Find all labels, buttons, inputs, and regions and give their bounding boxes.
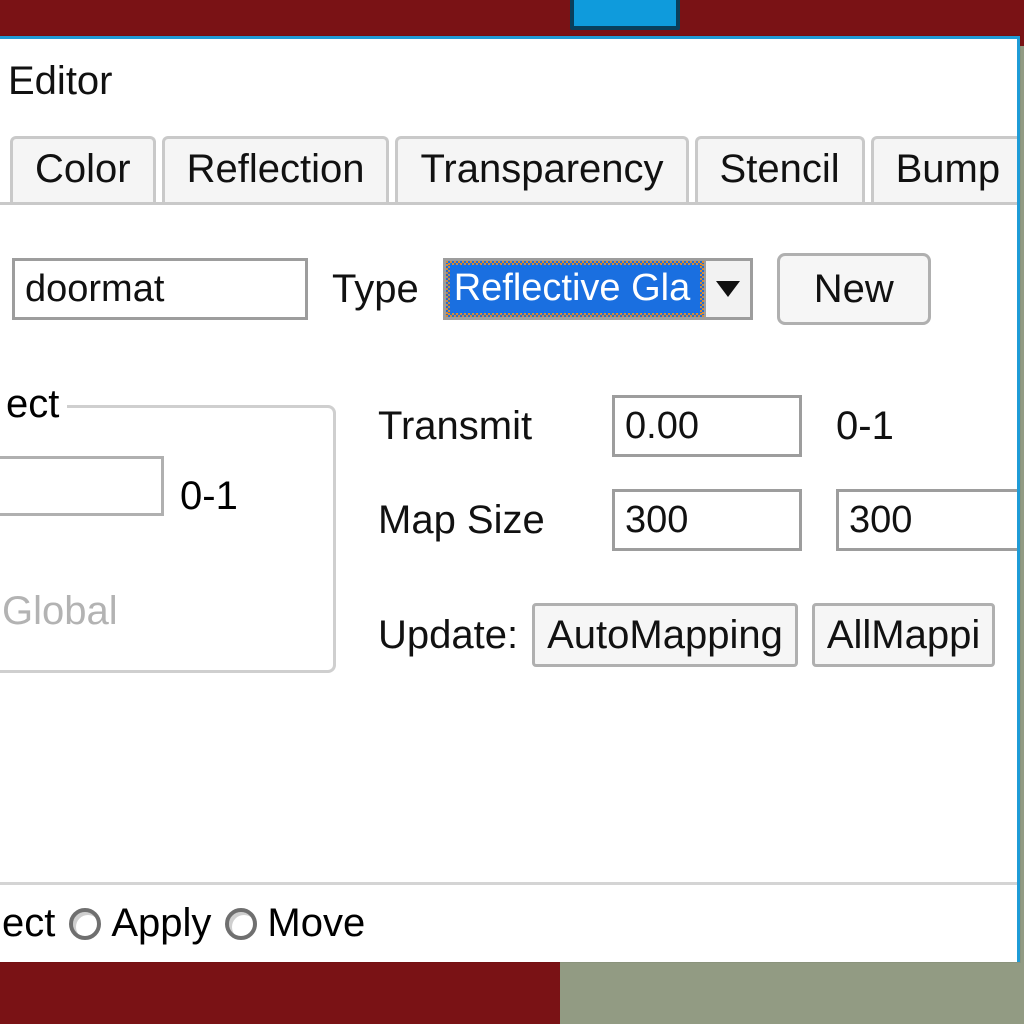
mapsize-label: Map Size: [378, 498, 588, 543]
update-label: Update:: [378, 613, 518, 658]
tab-reflection[interactable]: Reflection: [162, 136, 390, 202]
dialog-title: Editor: [0, 39, 1017, 132]
radio-icon: [69, 908, 101, 940]
tab-transparency[interactable]: Transparency: [395, 136, 688, 202]
tab-bump[interactable]: Bump: [871, 136, 1020, 202]
global-checkbox-label: Global: [2, 589, 118, 634]
reflect-groupbox: ect 0-1 Global: [0, 405, 336, 673]
mapsize-height-input[interactable]: [836, 489, 1020, 551]
reflect-amount-input[interactable]: [0, 456, 164, 516]
mode-apply-radio[interactable]: Apply: [69, 901, 211, 946]
transmit-label: Transmit: [378, 404, 588, 449]
chevron-down-icon[interactable]: [704, 261, 750, 317]
tab-stencil[interactable]: Stencil: [695, 136, 865, 202]
transmit-input[interactable]: [612, 395, 802, 457]
editor-dialog: Editor Color Reflection Transparency Ste…: [0, 36, 1020, 962]
reflect-range-label: 0-1: [180, 474, 238, 519]
tab-bar: Color Reflection Transparency Stencil Bu…: [0, 132, 1017, 202]
type-label: Type: [332, 267, 419, 312]
tab-color[interactable]: Color: [10, 136, 156, 202]
mode-move-label: Move: [267, 901, 365, 946]
tab-panel: Type Reflective Gla New ect 0-1 Global T…: [0, 202, 1017, 792]
mode-move-radio[interactable]: Move: [225, 901, 365, 946]
backdrop-badge: [570, 0, 680, 30]
radio-icon: [225, 908, 257, 940]
automapping-button[interactable]: AutoMapping: [532, 603, 798, 667]
type-select-value: Reflective Gla: [446, 261, 704, 317]
allmapping-button[interactable]: AllMappi: [812, 603, 995, 667]
mode-radio-row: ect Apply Move: [0, 882, 1017, 962]
backdrop-bottom: [0, 960, 560, 1024]
mode-partial-label: ect: [2, 901, 55, 946]
mapsize-width-input[interactable]: [612, 489, 802, 551]
mode-apply-label: Apply: [111, 901, 211, 946]
type-select[interactable]: Reflective Gla: [443, 258, 753, 320]
transmit-hint: 0-1: [836, 404, 1020, 449]
material-name-input[interactable]: [12, 258, 308, 320]
groupbox-legend: ect: [0, 382, 67, 427]
new-button[interactable]: New: [777, 253, 931, 325]
